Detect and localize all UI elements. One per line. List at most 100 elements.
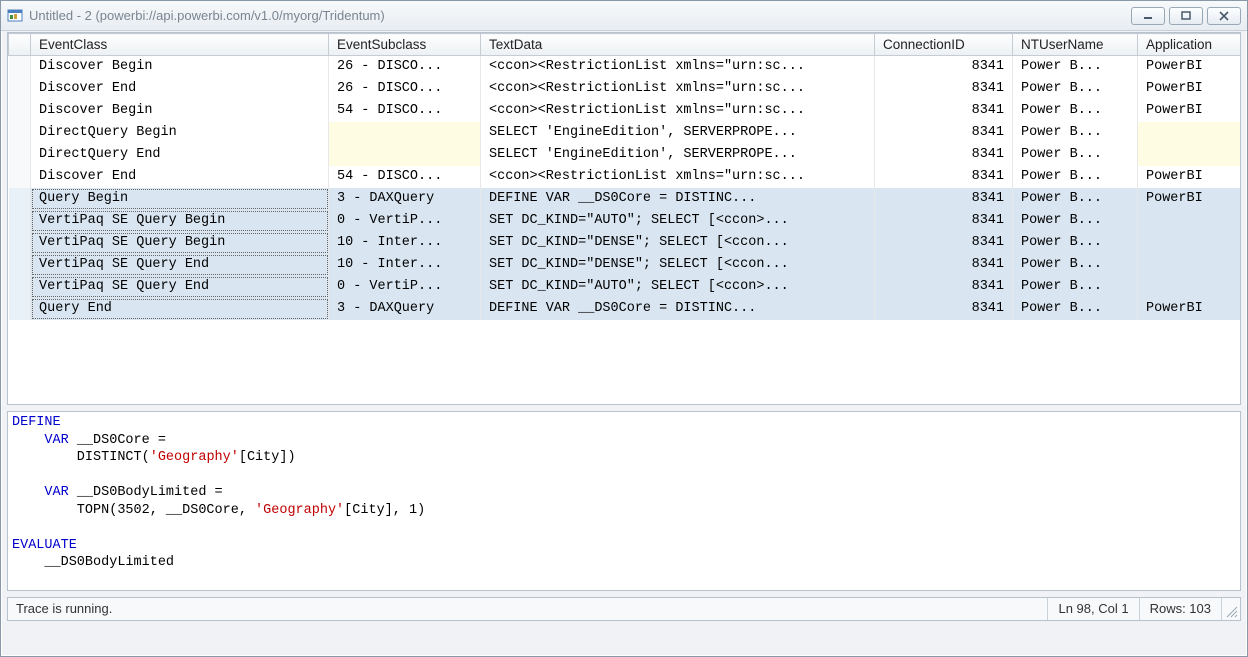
status-rowcount: Rows: 103 xyxy=(1140,598,1222,620)
row-header-cell xyxy=(9,166,31,188)
cell-applicationname: PowerBI xyxy=(1138,188,1241,210)
app-window: Untitled - 2 (powerbi://api.powerbi.com/… xyxy=(0,0,1248,657)
cell-textdata: <ccon><RestrictionList xmlns="urn:sc... xyxy=(481,166,875,188)
minimize-button[interactable] xyxy=(1131,7,1165,25)
cell-ntusername: Power B... xyxy=(1013,210,1138,232)
row-header-cell xyxy=(9,188,31,210)
cell-applicationname: PowerBI xyxy=(1138,100,1241,122)
table-row[interactable]: Discover Begin26 - DISCO...<ccon><Restri… xyxy=(9,56,1241,78)
row-header-cell xyxy=(9,276,31,298)
cell-eventsubclass: 10 - Inter... xyxy=(329,254,481,276)
statusbar: Trace is running. Ln 98, Col 1 Rows: 103 xyxy=(7,597,1241,621)
cell-eventsubclass: 10 - Inter... xyxy=(329,232,481,254)
cell-connectionid: 8341 xyxy=(875,144,1013,166)
cell-connectionid: 8341 xyxy=(875,254,1013,276)
cell-ntusername: Power B... xyxy=(1013,78,1138,100)
col-header-eventclass[interactable]: EventClass xyxy=(31,34,329,56)
row-header-blank xyxy=(9,34,31,56)
cell-ntusername: Power B... xyxy=(1013,232,1138,254)
cell-textdata: SET DC_KIND="AUTO"; SELECT [<ccon>... xyxy=(481,210,875,232)
cell-eventclass: Query End xyxy=(31,298,329,320)
app-icon xyxy=(7,8,23,24)
table-row[interactable]: Discover End54 - DISCO...<ccon><Restrict… xyxy=(9,166,1241,188)
query-detail-pane[interactable]: DEFINE VAR __DS0Core = DISTINCT('Geograp… xyxy=(7,411,1241,591)
cell-ntusername: Power B... xyxy=(1013,298,1138,320)
cell-applicationname: PowerBI xyxy=(1138,56,1241,78)
cell-connectionid: 8341 xyxy=(875,210,1013,232)
cell-eventclass: VertiPaq SE Query End xyxy=(31,276,329,298)
cell-connectionid: 8341 xyxy=(875,78,1013,100)
table-row[interactable]: DirectQuery Begin SELECT 'EngineEdition'… xyxy=(9,122,1241,144)
cell-eventclass: VertiPaq SE Query Begin xyxy=(31,232,329,254)
cell-textdata: SET DC_KIND="DENSE"; SELECT [<ccon... xyxy=(481,254,875,276)
col-header-applicationname[interactable]: Application xyxy=(1138,34,1241,56)
col-header-textdata[interactable]: TextData xyxy=(481,34,875,56)
cell-eventsubclass xyxy=(329,144,481,166)
cell-connectionid: 8341 xyxy=(875,122,1013,144)
col-header-connectionid[interactable]: ConnectionID xyxy=(875,34,1013,56)
cell-eventsubclass: 0 - VertiP... xyxy=(329,210,481,232)
cell-connectionid: 8341 xyxy=(875,188,1013,210)
cell-ntusername: Power B... xyxy=(1013,254,1138,276)
table-row[interactable]: Query Begin3 - DAXQueryDEFINE VAR __DS0C… xyxy=(9,188,1241,210)
cell-eventclass: Query Begin xyxy=(31,188,329,210)
table-row[interactable]: Query End3 - DAXQueryDEFINE VAR __DS0Cor… xyxy=(9,298,1241,320)
cell-textdata: <ccon><RestrictionList xmlns="urn:sc... xyxy=(481,78,875,100)
cell-textdata: SET DC_KIND="AUTO"; SELECT [<ccon>... xyxy=(481,276,875,298)
trace-grid[interactable]: EventClass EventSubclass TextData Connec… xyxy=(7,32,1241,405)
cell-eventclass: VertiPaq SE Query End xyxy=(31,254,329,276)
cell-applicationname: PowerBI xyxy=(1138,78,1241,100)
resize-grip-icon[interactable] xyxy=(1222,598,1240,620)
cell-connectionid: 8341 xyxy=(875,166,1013,188)
table-row[interactable]: DirectQuery End SELECT 'EngineEdition', … xyxy=(9,144,1241,166)
cell-textdata: <ccon><RestrictionList xmlns="urn:sc... xyxy=(481,56,875,78)
cell-eventsubclass: 54 - DISCO... xyxy=(329,166,481,188)
cell-applicationname: PowerBI xyxy=(1138,166,1241,188)
cell-ntusername: Power B... xyxy=(1013,56,1138,78)
cell-applicationname: PowerBI xyxy=(1138,298,1241,320)
row-header-cell xyxy=(9,144,31,166)
maximize-button[interactable] xyxy=(1169,7,1203,25)
cell-eventclass: Discover Begin xyxy=(31,100,329,122)
cell-applicationname xyxy=(1138,210,1241,232)
cell-eventclass: DirectQuery End xyxy=(31,144,329,166)
row-header-cell xyxy=(9,78,31,100)
close-button[interactable] xyxy=(1207,7,1241,25)
status-position: Ln 98, Col 1 xyxy=(1048,598,1139,620)
cell-textdata: SET DC_KIND="DENSE"; SELECT [<ccon... xyxy=(481,232,875,254)
cell-eventclass: VertiPaq SE Query Begin xyxy=(31,210,329,232)
row-header-cell xyxy=(9,122,31,144)
row-header-cell xyxy=(9,254,31,276)
cell-eventsubclass: 3 - DAXQuery xyxy=(329,188,481,210)
cell-textdata: DEFINE VAR __DS0Core = DISTINC... xyxy=(481,188,875,210)
status-message: Trace is running. xyxy=(8,598,1048,620)
table-row[interactable]: Discover Begin54 - DISCO...<ccon><Restri… xyxy=(9,100,1241,122)
cell-eventsubclass: 26 - DISCO... xyxy=(329,56,481,78)
table-row[interactable]: VertiPaq SE Query End10 - Inter...SET DC… xyxy=(9,254,1241,276)
table-row[interactable]: VertiPaq SE Query Begin0 - VertiP...SET … xyxy=(9,210,1241,232)
cell-connectionid: 8341 xyxy=(875,100,1013,122)
cell-eventsubclass: 0 - VertiP... xyxy=(329,276,481,298)
cell-textdata: <ccon><RestrictionList xmlns="urn:sc... xyxy=(481,100,875,122)
table-row[interactable]: VertiPaq SE Query End0 - VertiP...SET DC… xyxy=(9,276,1241,298)
row-header-cell xyxy=(9,56,31,78)
window-title: Untitled - 2 (powerbi://api.powerbi.com/… xyxy=(29,8,1131,23)
cell-ntusername: Power B... xyxy=(1013,166,1138,188)
titlebar: Untitled - 2 (powerbi://api.powerbi.com/… xyxy=(1,1,1247,31)
cell-textdata: SELECT 'EngineEdition', SERVERPROPE... xyxy=(481,122,875,144)
cell-eventsubclass: 26 - DISCO... xyxy=(329,78,481,100)
cell-textdata: DEFINE VAR __DS0Core = DISTINC... xyxy=(481,298,875,320)
cell-eventclass: Discover Begin xyxy=(31,56,329,78)
cell-eventsubclass: 54 - DISCO... xyxy=(329,100,481,122)
cell-connectionid: 8341 xyxy=(875,56,1013,78)
col-header-ntusername[interactable]: NTUserName xyxy=(1013,34,1138,56)
cell-ntusername: Power B... xyxy=(1013,144,1138,166)
cell-connectionid: 8341 xyxy=(875,232,1013,254)
cell-applicationname xyxy=(1138,144,1241,166)
table-row[interactable]: VertiPaq SE Query Begin10 - Inter...SET … xyxy=(9,232,1241,254)
cell-connectionid: 8341 xyxy=(875,298,1013,320)
cell-applicationname xyxy=(1138,232,1241,254)
table-row[interactable]: Discover End26 - DISCO...<ccon><Restrict… xyxy=(9,78,1241,100)
col-header-eventsubclass[interactable]: EventSubclass xyxy=(329,34,481,56)
cell-eventsubclass: 3 - DAXQuery xyxy=(329,298,481,320)
